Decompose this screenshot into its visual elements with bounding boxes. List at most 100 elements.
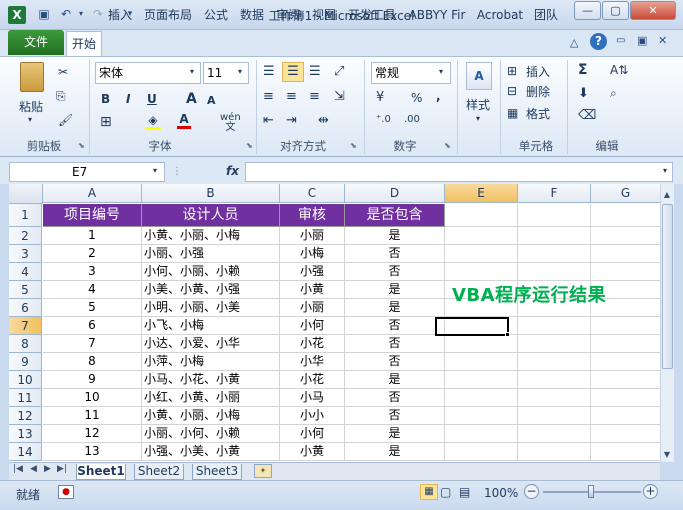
cell[interactable] bbox=[591, 389, 661, 407]
sheet-first-icon[interactable]: |◀ bbox=[13, 464, 23, 474]
data-cell[interactable]: 小丽、小强 bbox=[142, 245, 280, 263]
row-header[interactable]: 11 bbox=[9, 389, 42, 407]
alignment-launcher-icon[interactable]: ⬊ bbox=[350, 141, 357, 150]
tab-developer[interactable]: 开发工具 bbox=[344, 4, 400, 26]
data-cell[interactable]: 13 bbox=[43, 443, 142, 461]
page-layout-view-icon[interactable]: ▢ bbox=[440, 485, 451, 499]
shrink-font-button[interactable]: A bbox=[207, 94, 216, 107]
font-color-icon[interactable]: A bbox=[177, 112, 191, 129]
align-middle-icon[interactable]: ☰ bbox=[282, 62, 304, 82]
copy-icon[interactable]: ⎘ bbox=[56, 89, 66, 104]
data-cell[interactable]: 小梅 bbox=[280, 245, 345, 263]
number-format-dropdown-icon[interactable]: ▾ bbox=[439, 67, 443, 76]
data-cell[interactable]: 否 bbox=[345, 263, 445, 281]
data-cell[interactable]: 小小 bbox=[280, 407, 345, 425]
name-box-dropdown-icon[interactable]: ▾ bbox=[153, 166, 157, 175]
font-name-dropdown-icon[interactable]: ▾ bbox=[190, 67, 194, 76]
cell[interactable] bbox=[591, 227, 661, 245]
currency-icon[interactable]: ¥ bbox=[376, 90, 384, 105]
data-cell[interactable]: 1 bbox=[43, 227, 142, 245]
sheet-tab-sheet3[interactable]: Sheet3 bbox=[192, 464, 242, 480]
cell[interactable] bbox=[445, 371, 518, 389]
comma-button[interactable]: , bbox=[436, 89, 441, 103]
tab-data[interactable]: 数据 bbox=[236, 4, 268, 26]
cell[interactable] bbox=[518, 353, 591, 371]
data-cell[interactable]: 是 bbox=[345, 443, 445, 461]
underline-button[interactable]: U bbox=[147, 92, 157, 106]
sort-filter-icon[interactable]: A⇅ bbox=[610, 63, 628, 77]
cell[interactable] bbox=[518, 245, 591, 263]
wrap-text-icon[interactable]: ⇲ bbox=[334, 89, 345, 104]
column-header[interactable]: D bbox=[345, 184, 445, 203]
row-header[interactable]: 6 bbox=[9, 299, 42, 317]
page-break-view-icon[interactable]: ▤ bbox=[459, 485, 470, 499]
tab-acrobat[interactable]: Acrobat bbox=[473, 4, 527, 26]
data-cell[interactable]: 否 bbox=[345, 317, 445, 335]
merge-center-icon[interactable]: ⇹ bbox=[318, 113, 329, 128]
row-header[interactable]: 13 bbox=[9, 425, 42, 443]
align-bottom-icon[interactable]: ☰ bbox=[309, 64, 321, 79]
cell[interactable] bbox=[518, 389, 591, 407]
data-cell[interactable]: 小黄 bbox=[280, 281, 345, 299]
cell[interactable] bbox=[518, 335, 591, 353]
find-select-icon[interactable]: ⌕ bbox=[610, 86, 617, 101]
data-cell[interactable]: 否 bbox=[345, 407, 445, 425]
align-top-icon[interactable]: ☰ bbox=[263, 64, 275, 79]
paste-dropdown-icon[interactable]: ▾ bbox=[28, 115, 32, 124]
fill-handle[interactable] bbox=[505, 332, 510, 337]
tab-view[interactable]: 视图 bbox=[308, 4, 340, 26]
column-header[interactable]: C bbox=[280, 184, 345, 203]
increase-indent-icon[interactable]: ⇥ bbox=[286, 113, 297, 128]
data-cell[interactable]: 是 bbox=[345, 425, 445, 443]
tab-team[interactable]: 团队 bbox=[530, 4, 562, 26]
insert-function-button[interactable]: fx bbox=[226, 164, 239, 178]
tab-abbyy[interactable]: ABBYY Fir bbox=[404, 4, 470, 26]
decrease-decimal-icon[interactable]: .00 bbox=[404, 114, 420, 125]
cell[interactable] bbox=[518, 263, 591, 281]
grow-font-button[interactable]: A bbox=[186, 91, 197, 107]
zoom-level[interactable]: 100% bbox=[484, 486, 518, 500]
row-header[interactable]: 1 bbox=[9, 204, 42, 227]
row-header[interactable]: 2 bbox=[9, 227, 42, 245]
data-cell[interactable]: 小花 bbox=[280, 371, 345, 389]
close-button[interactable]: ✕ bbox=[630, 1, 676, 20]
data-cell[interactable]: 小萍、小梅 bbox=[142, 353, 280, 371]
cell[interactable] bbox=[445, 425, 518, 443]
data-cell[interactable]: 否 bbox=[345, 245, 445, 263]
align-left-icon[interactable]: ≡ bbox=[263, 89, 274, 104]
data-cell[interactable]: 小花 bbox=[280, 335, 345, 353]
cell[interactable] bbox=[445, 353, 518, 371]
data-cell[interactable]: 是 bbox=[345, 371, 445, 389]
styles-button[interactable]: 样式 bbox=[466, 96, 490, 113]
workbook-close-icon[interactable]: ✕ bbox=[658, 34, 667, 47]
maximize-button[interactable]: ▢ bbox=[602, 1, 629, 20]
cell[interactable] bbox=[518, 443, 591, 461]
cell[interactable] bbox=[591, 335, 661, 353]
header-cell[interactable]: 设计人员 bbox=[142, 204, 280, 227]
cell[interactable] bbox=[518, 425, 591, 443]
zoom-out-button[interactable]: − bbox=[524, 484, 539, 499]
cell[interactable] bbox=[518, 204, 591, 227]
cell[interactable] bbox=[591, 245, 661, 263]
data-cell[interactable]: 小美、小黄、小强 bbox=[142, 281, 280, 299]
cell[interactable] bbox=[591, 371, 661, 389]
header-cell[interactable]: 项目编号 bbox=[43, 204, 142, 227]
data-cell[interactable]: 小马 bbox=[280, 389, 345, 407]
column-header[interactable]: F bbox=[518, 184, 591, 203]
delete-cells-icon[interactable]: ⊟ bbox=[507, 84, 517, 98]
data-cell[interactable]: 否 bbox=[345, 335, 445, 353]
data-cell[interactable]: 小丽 bbox=[280, 299, 345, 317]
column-header[interactable]: E bbox=[445, 184, 518, 203]
insert-sheet-icon[interactable]: ✦ bbox=[254, 464, 272, 478]
data-cell[interactable]: 小强、小美、小黄 bbox=[142, 443, 280, 461]
autosum-button[interactable]: Σ bbox=[578, 62, 588, 78]
cell[interactable] bbox=[445, 263, 518, 281]
row-header[interactable]: 14 bbox=[9, 443, 42, 461]
format-cells-icon[interactable]: ▦ bbox=[507, 106, 518, 120]
format-painter-icon[interactable]: 🖌 bbox=[58, 113, 73, 127]
cell[interactable] bbox=[445, 245, 518, 263]
cell[interactable] bbox=[591, 317, 661, 335]
sheet-tab-sheet1[interactable]: Sheet1 bbox=[76, 464, 126, 480]
data-cell[interactable]: 小强 bbox=[280, 263, 345, 281]
data-cell[interactable]: 3 bbox=[43, 263, 142, 281]
